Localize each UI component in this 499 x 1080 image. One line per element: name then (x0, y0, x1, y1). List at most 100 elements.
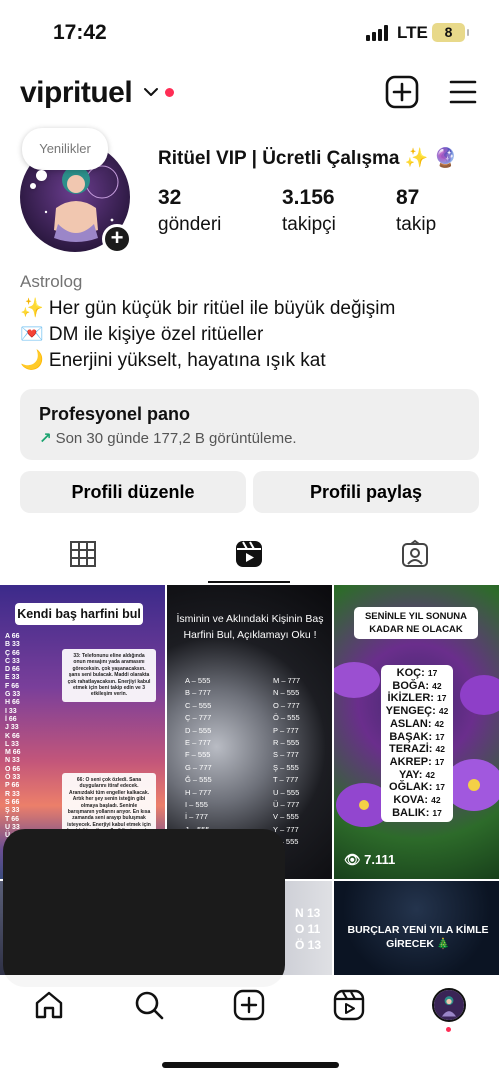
tagged-icon[interactable] (400, 539, 430, 569)
home-icon[interactable] (33, 989, 65, 1021)
letter-item: Ü – 777 (273, 800, 300, 810)
create-post-icon[interactable] (385, 75, 419, 109)
home-indicator (162, 1062, 339, 1068)
search-icon[interactable] (133, 989, 165, 1021)
letter-item: İ 66 (5, 715, 17, 723)
letter-item: F – 555 (185, 750, 211, 760)
professional-dashboard[interactable]: Profesyonel pano ↗ Son 30 günde 177,2 B g… (20, 389, 479, 460)
zodiac-number: 42 (432, 680, 442, 691)
trend-up-icon: ↗ (39, 430, 52, 447)
zodiac-number: 42 (435, 744, 445, 755)
zodiac-number: 42 (425, 769, 435, 780)
letter-item: J 33 (5, 724, 19, 732)
zodiac-name: ASLAN: (389, 717, 435, 730)
status-bar: 17:42 LTE 8 (0, 0, 499, 62)
menu-icon[interactable] (448, 78, 478, 106)
zodiac-name: YENGEÇ: (385, 705, 439, 718)
zodiac-name: İKİZLER: (387, 692, 438, 705)
zodiac-item: KOÇ: 17 (381, 667, 453, 680)
dashboard-subtitle: ↗ Son 30 günde 177,2 B görüntüleme. (39, 429, 297, 447)
battery-icon: 8 (432, 23, 469, 42)
note-bubble-tail (36, 170, 47, 181)
letter-item: R 33 (5, 790, 20, 798)
zodiac-name: OĞLAK: (389, 781, 436, 794)
edit-profile-button[interactable]: Profili düzenle (20, 471, 246, 513)
letter-item: Ğ – 555 (185, 775, 212, 785)
view-count: 7.111 (364, 852, 396, 867)
signal-icon (366, 25, 388, 41)
chevron-down-icon[interactable] (143, 84, 159, 100)
profile-notification-dot (446, 1027, 451, 1032)
letter-item: M – 777 (273, 676, 301, 685)
create-icon[interactable] (233, 989, 265, 1021)
stat-following-label: takip (396, 214, 437, 235)
letter-item: B – 777 (185, 688, 211, 698)
reel-view-count: 👁 7.111 (344, 852, 395, 868)
letter-item: P 66 (5, 782, 20, 790)
dashboard-title: Profesyonel pano (39, 404, 191, 424)
status-time: 17:42 (53, 21, 107, 44)
zodiac-name: BALIK: (392, 806, 433, 819)
letter-item: A 66 (5, 633, 20, 640)
letter-item: N – 555 (273, 688, 300, 698)
grid-icon[interactable] (68, 539, 98, 569)
letter-item: H 66 (5, 699, 20, 707)
zodiac-number: 17 (432, 807, 442, 818)
letter-item: U – 555 (273, 787, 300, 797)
zodiac-name: YAY: (399, 768, 426, 781)
reels-icon[interactable] (234, 539, 264, 569)
letter-item: N 13 (295, 906, 321, 920)
notification-dot (165, 88, 174, 97)
zodiac-name: AKREP: (389, 755, 435, 768)
zodiac-name: KOÇ: (396, 667, 428, 679)
zodiac-number: 42 (438, 706, 449, 717)
stat-following[interactable]: 87 takip (396, 186, 436, 236)
letter-item: S 66 (5, 798, 20, 806)
letter-item: N 33 (5, 757, 20, 765)
letter-item: C 33 (5, 657, 20, 665)
note-bubble-tail-small (30, 183, 36, 189)
bio-line: 🌙 Enerjini yükselt, hayatına ışık kat (20, 350, 326, 371)
zodiac-item: AKREP: 17 (381, 756, 453, 769)
letter-item: E – 777 (185, 738, 211, 748)
post-tile[interactable]: BURÇLAR YENİ YILA KİMLE GİRECEK 🎄 (334, 881, 499, 975)
bottom-nav (0, 975, 499, 1080)
letter-item: T – 777 (273, 775, 299, 785)
letter-list: A – 555 B – 777 C – 555 Ç – 777 D – 555 E – 7… (185, 675, 212, 849)
zodiac-item: BALIK: 17 (381, 807, 453, 820)
zodiac-number: 17 (437, 693, 447, 704)
add-story-icon[interactable]: + (102, 224, 132, 254)
display-name: Ritüel VIP | Ücretli Çalışma ✨ 🔮 (158, 148, 458, 169)
letter-item: S – 777 (273, 750, 299, 760)
zodiac-number: 17 (427, 668, 438, 678)
stat-followers-label: takipçi (282, 214, 336, 235)
letter-item: Ş 33 (5, 807, 20, 815)
letter-item: G 33 (5, 691, 21, 699)
post-title: BURÇLAR YENİ YILA KİMLE GİRECEK 🎄 (347, 924, 489, 950)
stat-posts[interactable]: 32 gönderi (158, 186, 221, 236)
letter-item: L 33 (5, 740, 19, 748)
post-title: İsminin ve Aklındaki Kişinin Baş Harfini… (176, 613, 324, 641)
letter-item: O 66 (5, 765, 21, 773)
note-bubble[interactable]: Yenilikler (22, 128, 108, 170)
network-type: LTE (397, 23, 428, 42)
letter-item: D – 555 (185, 725, 212, 735)
letter-item: Ö 33 (5, 774, 21, 782)
letter-item: D 66 (5, 666, 20, 674)
letter-item: C – 555 (185, 700, 212, 710)
bio-line: ✨ Her gün küçük bir ritüel ile büyük değ… (20, 298, 396, 319)
letter-list: M – 777 N – 555 O – 777 Ö – 555 P – 777 R – 5… (273, 675, 300, 849)
username[interactable]: viprituel (20, 76, 133, 110)
letter-item: R – 555 (273, 738, 300, 748)
stat-followers[interactable]: 3.156 takipçi (282, 186, 336, 236)
post-title: Kendi baş harfini bul (15, 603, 143, 625)
post-tile[interactable]: SENİNLE YIL SONUNA KADAR NE OLACAK KOÇ: … (334, 585, 499, 879)
zodiac-number: 17 (435, 731, 445, 742)
share-profile-button[interactable]: Profili paylaş (253, 471, 479, 513)
letter-item: K 66 (5, 732, 20, 740)
reels-nav-icon[interactable] (333, 989, 365, 1021)
profile-category: Astrolog (20, 272, 83, 291)
letter-item: H – 777 (185, 787, 212, 797)
letter-item: I 33 (5, 707, 17, 715)
profile-avatar[interactable] (432, 988, 466, 1022)
